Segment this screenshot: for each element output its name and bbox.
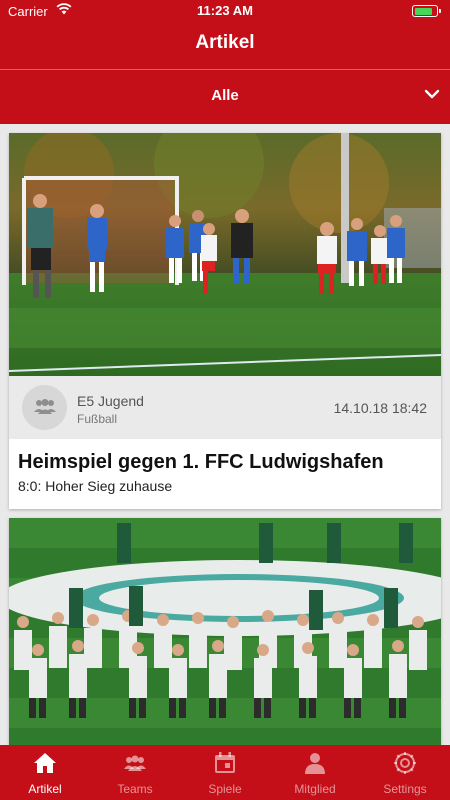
tab-label: Spiele	[208, 782, 242, 796]
tab-teams[interactable]: Teams	[90, 745, 180, 800]
tab-settings[interactable]: Settings	[360, 745, 450, 800]
person-icon	[305, 753, 325, 774]
sport-label: Fußball	[77, 412, 118, 426]
tab-label: Settings	[383, 782, 427, 796]
team-name: E5 Jugend	[77, 393, 144, 409]
article-card[interactable]: E5 Jugend Fußball 14.10.18 18:42 Heimspi…	[9, 133, 441, 509]
battery-icon	[412, 5, 441, 17]
filter-dropdown[interactable]: Alle	[0, 70, 450, 122]
article-photo	[9, 133, 441, 376]
teams-icon	[124, 755, 146, 771]
article-subtitle: 8:0: Hoher Sieg zuhause	[18, 478, 173, 494]
status-bar: Carrier 11:23 AM	[0, 0, 450, 22]
tab-mitglied[interactable]: Mitglied	[270, 745, 360, 800]
article-datetime: 14.10.18 18:42	[333, 400, 427, 416]
group-icon	[34, 399, 56, 414]
filter-selected-label: Alle	[211, 87, 239, 104]
top-bar: Carrier 11:23 AM Artikel Alle	[0, 0, 450, 124]
tab-bar: Artikel Teams Spiele Mitglied Settings	[0, 745, 450, 800]
article-card[interactable]	[9, 518, 441, 748]
page-title: Artikel	[195, 32, 255, 53]
tab-label: Teams	[117, 782, 153, 796]
article-meta: E5 Jugend Fußball 14.10.18 18:42	[9, 376, 441, 439]
article-photo	[9, 518, 441, 748]
chevron-down-icon[interactable]	[424, 88, 440, 100]
tab-label: Artikel	[28, 782, 62, 796]
tab-spiele[interactable]: Spiele	[180, 745, 270, 800]
settings-icon	[394, 752, 416, 774]
battery-level	[414, 7, 432, 15]
home-icon	[34, 753, 56, 773]
status-time: 11:23 AM	[197, 3, 253, 18]
tab-artikel[interactable]: Artikel	[0, 745, 90, 800]
calendar-icon	[215, 752, 235, 773]
team-avatar	[22, 385, 67, 430]
tab-label: Mitglied	[294, 782, 336, 796]
article-title[interactable]: Heimspiel gegen 1. FFC Ludwigshafen	[18, 451, 384, 474]
